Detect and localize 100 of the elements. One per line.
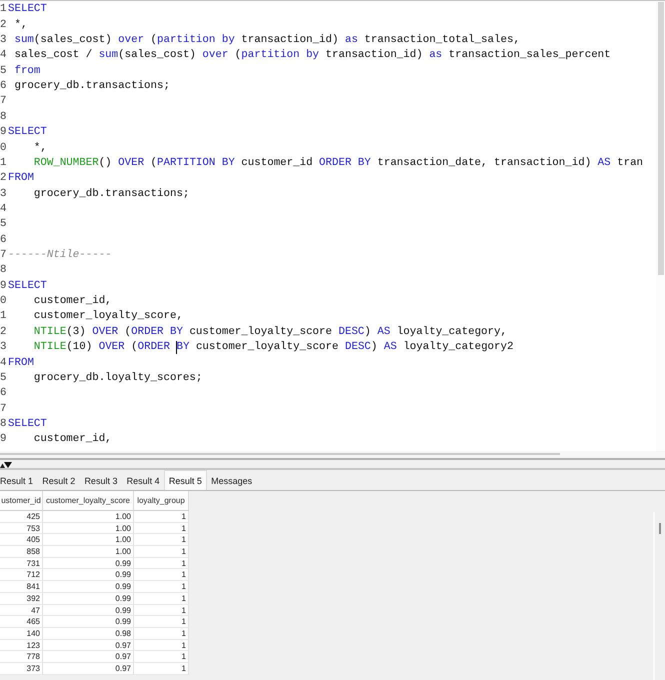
- line-number: 9: [0, 432, 8, 448]
- table-cell: 0.99: [43, 616, 134, 628]
- line-number: 6: [0, 232, 8, 248]
- table-cell: 1: [134, 558, 189, 570]
- table-cell: 465: [0, 616, 43, 628]
- table-cell: 1: [134, 592, 189, 604]
- line-number: 5: [0, 217, 8, 232]
- table-cell: 1: [134, 662, 189, 675]
- line-number: 8: [0, 417, 8, 432]
- line-number: 7: [0, 402, 8, 417]
- table-cell: 1: [134, 534, 189, 546]
- table-cell: 0.97: [43, 651, 134, 663]
- code-line: FROM: [8, 356, 34, 371]
- table-cell: 858: [0, 546, 43, 558]
- line-number: 1: [0, 2, 8, 18]
- table-cell: 1.00: [43, 511, 134, 523]
- code-line: FROM: [8, 171, 34, 186]
- table-cell: 753: [0, 522, 43, 534]
- table-cell: 0.99: [43, 592, 134, 604]
- table-cell: 1: [134, 511, 189, 523]
- table-cell: 712: [0, 569, 43, 582]
- column-header[interactable]: loyalty_group: [134, 491, 189, 511]
- line-number: 0: [0, 294, 8, 310]
- table-cell: 0.98: [43, 628, 134, 640]
- line-number: 1: [0, 156, 8, 171]
- result-tab[interactable]: Result 1: [0, 472, 38, 490]
- line-number: 3: [0, 33, 8, 48]
- code-line: SELECT: [8, 2, 47, 18]
- up-down-arrows-icon[interactable]: [0, 462, 12, 468]
- result-tab[interactable]: Result 5: [164, 470, 206, 490]
- column-header[interactable]: customer_loyalty_score: [43, 491, 134, 511]
- table-cell: 1: [134, 569, 189, 582]
- table-cell: 47: [0, 604, 43, 616]
- table-cell: 405: [0, 534, 43, 546]
- code-line: grocery_db.loyalty_scores;: [34, 370, 202, 386]
- table-cell: 392: [0, 592, 43, 604]
- table-cell: 1: [134, 628, 189, 640]
- result-tab[interactable]: Messages: [206, 472, 257, 490]
- line-number: 7: [0, 94, 8, 110]
- result-tab[interactable]: Result 2: [38, 472, 80, 490]
- scrollbar-thumb[interactable]: [659, 523, 661, 534]
- code-line: *,: [34, 140, 47, 156]
- code-line: NTILE(3) OVER (ORDER BY customer_loyalty_score DESC) AS loyalty_category,: [34, 324, 507, 340]
- table-cell: 373: [0, 662, 43, 675]
- table-cell: 841: [0, 581, 43, 593]
- line-number: 0: [0, 140, 8, 156]
- table-cell: 0.99: [43, 581, 134, 593]
- scrollbar-thumb[interactable]: [658, 2, 664, 275]
- table-cell: 0.99: [43, 558, 134, 570]
- table-cell: 1: [134, 604, 189, 616]
- line-number: 8: [0, 110, 8, 125]
- table-cell: 1.00: [43, 534, 134, 546]
- table-cell: 1: [134, 651, 189, 663]
- line-number: 2: [0, 324, 8, 340]
- table-cell: 1: [134, 546, 189, 558]
- table-cell: 1: [134, 616, 189, 628]
- table-cell: 731: [0, 558, 43, 570]
- code-line: ------Ntile-----: [8, 248, 112, 264]
- column-header[interactable]: ustomer_id: [0, 491, 43, 511]
- line-number: 4: [0, 48, 8, 64]
- line-number: 4: [0, 202, 8, 217]
- table-cell: 0.99: [43, 569, 134, 582]
- table-cell: 140: [0, 628, 43, 640]
- code-line: SELECT: [8, 417, 47, 432]
- line-number: 4: [0, 356, 8, 371]
- code-line: from: [14, 64, 40, 79]
- table-cell: 123: [0, 640, 43, 652]
- line-number: 8: [0, 263, 8, 278]
- code-line: ROW_NUMBER() OVER (PARTITION BY customer_id ORDER BY transaction_date, transaction_id) AS tran: [34, 156, 644, 171]
- table-cell: 1: [134, 522, 189, 534]
- code-line: NTILE(10) OVER (ORDER BY customer_loyalty_score DESC) AS loyalty_category2: [34, 340, 514, 356]
- table-cell: 1.00: [43, 522, 134, 534]
- line-number: 2: [0, 18, 8, 33]
- line-number: 1: [0, 309, 8, 324]
- table-cell: 0.97: [43, 662, 134, 675]
- line-number: 3: [0, 186, 8, 202]
- code-line: customer_id,: [34, 432, 112, 448]
- line-number: 9: [0, 125, 8, 140]
- code-line: customer_loyalty_score,: [34, 309, 183, 324]
- code-line: customer_id,: [34, 294, 112, 310]
- code-line: sum(sales_cost) over (partition by transaction_id) as transaction_total_sales,: [14, 33, 520, 48]
- table-cell: 0.97: [43, 640, 134, 652]
- table-cell: 1: [134, 581, 189, 593]
- table-cell: 1.00: [43, 546, 134, 558]
- line-number: 5: [0, 370, 8, 386]
- code-line: SELECT: [8, 125, 47, 140]
- result-tab[interactable]: Result 4: [122, 472, 164, 490]
- result-tab[interactable]: Result 3: [80, 472, 122, 490]
- vertical-scrollbar[interactable]: [656, 1, 665, 451]
- code-line: grocery_db.transactions;: [14, 79, 170, 94]
- code-line: *,: [14, 18, 28, 33]
- line-number: 3: [0, 340, 8, 356]
- table-cell: 0.99: [43, 604, 134, 616]
- code-line: grocery_db.transactions;: [34, 186, 190, 202]
- table-cell: 1: [134, 640, 189, 652]
- line-number: 9: [0, 278, 8, 294]
- table-cell: 425: [0, 511, 43, 523]
- horizontal-scrollbar[interactable]: [0, 451, 665, 458]
- scrollbar-thumb[interactable]: [0, 453, 560, 455]
- line-number: 5: [0, 64, 8, 79]
